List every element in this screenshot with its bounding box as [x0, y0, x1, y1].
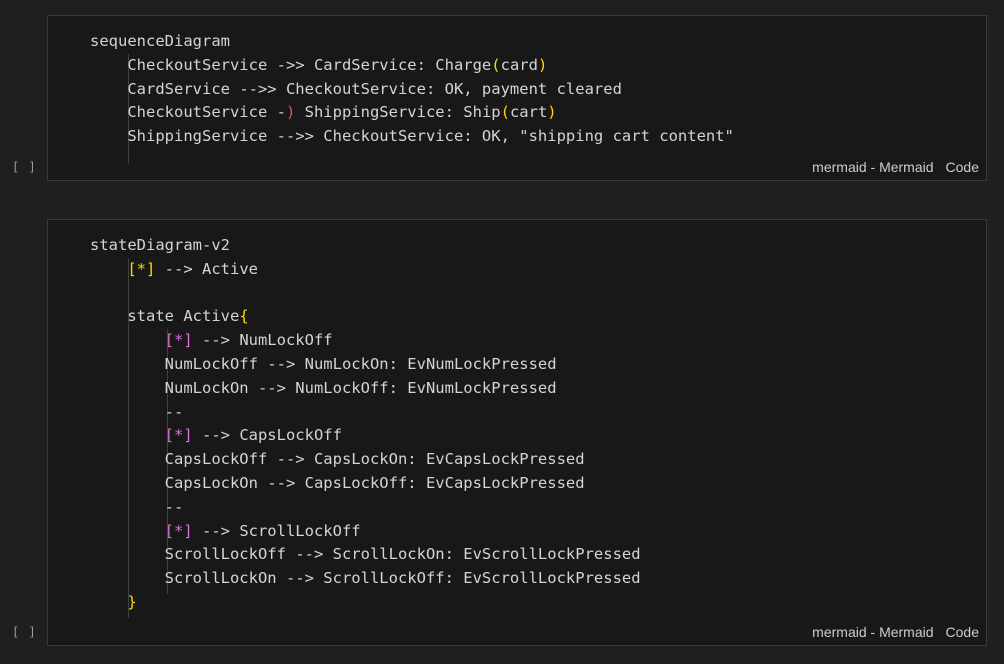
code-line: CheckoutService -) ShippingService: Ship… — [90, 103, 557, 122]
code-line: CardService -->> CheckoutService: OK, pa… — [90, 79, 622, 98]
execution-count[interactable]: [ ] — [12, 160, 37, 174]
code-line: ScrollLockOn --> ScrollLockOff: EvScroll… — [90, 569, 641, 588]
code-line: state Active{ — [90, 307, 249, 326]
code-editor[interactable]: stateDiagram-v2 [*] --> Active state Act… — [47, 219, 987, 646]
code-line: CheckoutService ->> CardService: Charge(… — [90, 55, 548, 74]
code-line: [*] --> ScrollLockOff — [164, 521, 361, 540]
code-line: stateDiagram-v2 — [90, 236, 230, 254]
code-line: CapsLockOff --> CapsLockOn: EvCapsLockPr… — [90, 450, 585, 469]
code-line: [*] --> CapsLockOff — [164, 426, 342, 445]
code-line: sequenceDiagram — [90, 32, 230, 50]
code-content[interactable]: stateDiagram-v2 [*] --> Active state Act… — [90, 234, 641, 615]
cell-status-bar: mermaid - Mermaid Code — [800, 159, 979, 175]
code-line: ScrollLockOff --> ScrollLockOn: EvScroll… — [90, 545, 641, 564]
code-line: -- — [90, 497, 184, 516]
code-content[interactable]: sequenceDiagram CheckoutService ->> Card… — [90, 30, 734, 149]
cell-type-label[interactable]: Code — [946, 159, 979, 175]
code-line: } — [127, 592, 137, 611]
code-line: NumLockOn --> NumLockOff: EvNumLockPress… — [90, 378, 557, 397]
language-label[interactable]: mermaid - Mermaid — [812, 624, 933, 640]
language-label[interactable]: mermaid - Mermaid — [812, 159, 933, 175]
code-line: [*] --> Active — [127, 259, 258, 278]
code-line: [*] --> NumLockOff — [164, 331, 333, 350]
code-editor[interactable]: sequenceDiagram CheckoutService ->> Card… — [47, 15, 987, 181]
code-line: ShippingService -->> CheckoutService: OK… — [90, 127, 734, 146]
execution-count[interactable]: [ ] — [12, 625, 37, 639]
code-line: -- — [90, 402, 184, 421]
code-line: NumLockOff --> NumLockOn: EvNumLockPress… — [90, 354, 557, 373]
code-line: CapsLockOn --> CapsLockOff: EvCapsLockPr… — [90, 473, 585, 492]
cell-status-bar: mermaid - Mermaid Code — [800, 624, 979, 640]
cell-type-label[interactable]: Code — [946, 624, 979, 640]
